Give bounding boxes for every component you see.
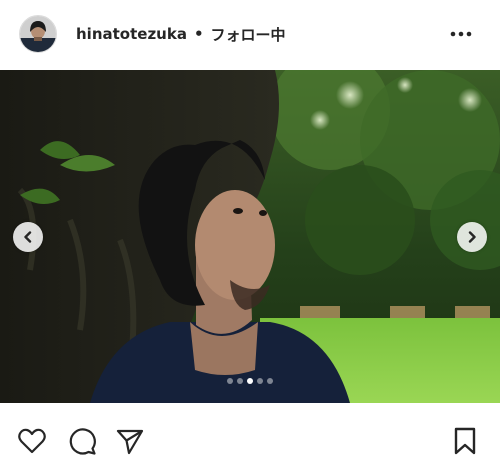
carousel-prev-button[interactable] [13,222,43,252]
save-button[interactable] [449,425,481,457]
post-photo[interactable] [0,70,500,403]
carousel-dot [247,378,253,384]
carousel-dot [267,378,273,384]
separator-dot: • [193,25,204,43]
like-button[interactable] [16,425,48,457]
bookmark-icon [454,427,476,455]
photo-scene [0,70,500,403]
paper-plane-icon [116,429,144,455]
carousel-indicator [0,378,500,386]
follow-status-button[interactable]: フォロー中 [211,24,286,45]
heart-icon [18,428,46,454]
carousel-dot [257,378,263,384]
chevron-left-icon [24,231,32,243]
carousel-next-button[interactable] [457,222,487,252]
post-header: hinatotezuka • フォロー中 [0,0,500,68]
more-options-icon[interactable] [448,22,474,46]
header-text: hinatotezuka • フォロー中 [76,22,286,46]
chevron-right-icon [468,231,476,243]
avatar[interactable] [19,15,57,53]
carousel-dot [237,378,243,384]
username-link[interactable]: hinatotezuka [76,25,187,43]
action-bar [0,403,500,467]
comment-button[interactable] [66,425,98,457]
share-button[interactable] [114,425,146,457]
comment-bubble-icon [69,428,96,455]
carousel-dot [227,378,233,384]
